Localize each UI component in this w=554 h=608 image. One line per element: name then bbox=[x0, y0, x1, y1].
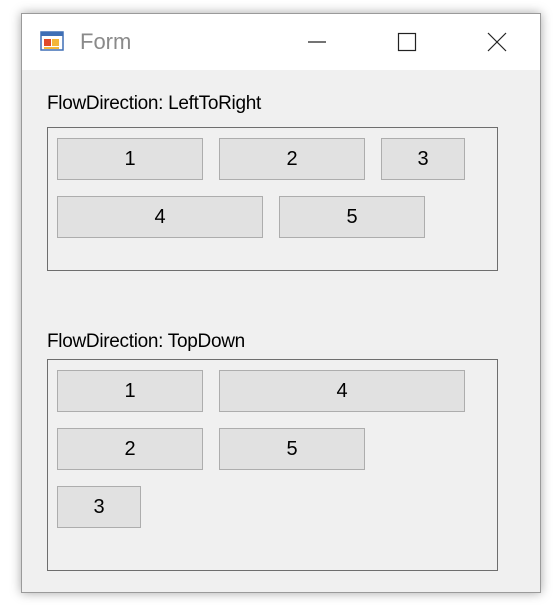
td-button-1[interactable]: 1 bbox=[57, 370, 203, 412]
title-bar[interactable]: Form bbox=[22, 14, 540, 70]
td-button-3[interactable]: 3 bbox=[57, 486, 141, 528]
close-icon bbox=[487, 32, 507, 52]
flow-panel-topdown: 1 2 3 4 5 bbox=[47, 359, 498, 571]
td-button-5[interactable]: 5 bbox=[219, 428, 365, 470]
ltr-button-2[interactable]: 2 bbox=[219, 138, 365, 180]
flowdirection-lefttoright-label: FlowDirection: LeftToRight bbox=[47, 93, 261, 114]
form-app-icon[interactable] bbox=[40, 30, 64, 54]
maximize-icon bbox=[397, 32, 417, 52]
td-button-2[interactable]: 2 bbox=[57, 428, 203, 470]
close-button[interactable] bbox=[466, 14, 528, 70]
minimize-button[interactable] bbox=[286, 14, 348, 70]
window-title: Form bbox=[80, 29, 132, 54]
flowdirection-topdown-label: FlowDirection: TopDown bbox=[47, 331, 245, 352]
td-button-4[interactable]: 4 bbox=[219, 370, 465, 412]
ltr-button-1[interactable]: 1 bbox=[57, 138, 203, 180]
form-window: Form FlowDirection: LeftToRight 1 2 3 4 … bbox=[21, 13, 541, 593]
ltr-button-4[interactable]: 4 bbox=[57, 196, 263, 238]
flow-panel-lefttoright: 1 2 3 4 5 bbox=[47, 127, 498, 271]
ltr-button-5[interactable]: 5 bbox=[279, 196, 425, 238]
minimize-icon bbox=[307, 32, 327, 52]
ltr-button-3[interactable]: 3 bbox=[381, 138, 465, 180]
maximize-button[interactable] bbox=[376, 14, 438, 70]
